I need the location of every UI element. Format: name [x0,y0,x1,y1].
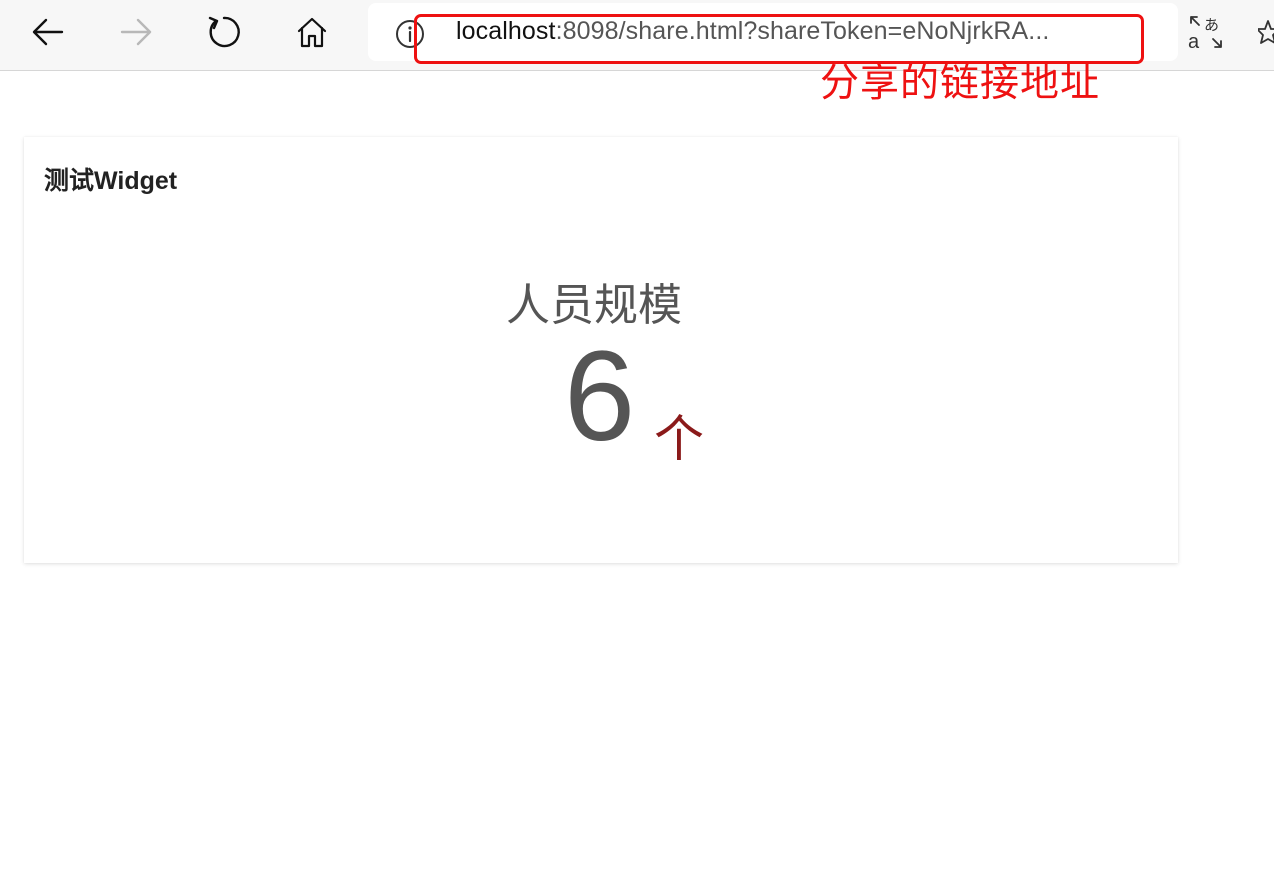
home-icon [297,17,327,48]
metric-value: 6 [564,325,636,468]
widget-card: 测试Widget 人员规模 6 个 [24,137,1178,563]
svg-text:あ: あ [1204,16,1219,34]
forward-button[interactable] [114,10,158,54]
translate-icon: a あ [1188,16,1222,53]
metric-label: 人员规模 [506,281,682,330]
home-button[interactable] [290,10,334,54]
translate-button[interactable]: a あ [1186,12,1226,53]
back-arrow-icon [32,18,64,46]
back-button[interactable] [26,10,70,54]
forward-arrow-icon [120,18,152,46]
svg-text:a: a [1188,31,1200,52]
widget-title: 测试Widget [44,167,178,195]
reload-icon [208,16,240,48]
favorite-button[interactable] [1256,18,1274,48]
reload-button[interactable] [202,10,246,54]
favorite-star-icon [1256,20,1274,44]
annotation-label: 分享的链接地址 [820,62,1101,105]
metric-unit: 个 [654,411,704,467]
